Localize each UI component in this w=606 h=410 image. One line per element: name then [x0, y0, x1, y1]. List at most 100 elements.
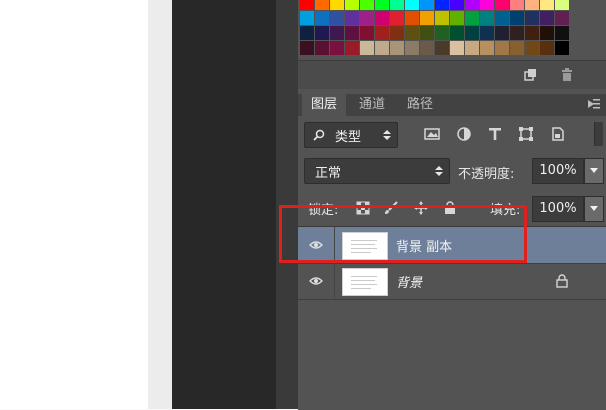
color-swatch[interactable] [495, 41, 509, 55]
color-swatch[interactable] [450, 41, 464, 55]
color-swatch[interactable] [375, 11, 389, 25]
color-swatch[interactable] [345, 41, 359, 55]
tab-layers[interactable]: 图层 [302, 94, 346, 116]
layer-name[interactable]: 背景 副本 [396, 236, 452, 255]
opacity-slider-button[interactable] [584, 158, 604, 184]
color-swatch[interactable] [495, 0, 509, 10]
color-swatch[interactable] [465, 26, 479, 40]
color-swatch[interactable] [510, 26, 524, 40]
color-swatch[interactable] [420, 11, 434, 25]
color-swatch[interactable] [405, 11, 419, 25]
color-swatch[interactable] [360, 41, 374, 55]
color-swatch[interactable] [525, 41, 539, 55]
panel-menu-icon[interactable] [588, 98, 600, 110]
color-swatch[interactable] [375, 0, 389, 10]
color-swatch[interactable] [435, 11, 449, 25]
layer-row[interactable]: 背景 [298, 263, 606, 300]
fill-input[interactable]: 100% [532, 196, 584, 222]
color-swatch[interactable] [405, 26, 419, 40]
color-swatch[interactable] [525, 26, 539, 40]
color-swatch[interactable] [555, 26, 569, 40]
color-swatch[interactable] [540, 0, 554, 10]
color-swatch[interactable] [390, 41, 404, 55]
color-swatch[interactable] [540, 26, 554, 40]
filter-toggle-switch[interactable] [594, 122, 603, 146]
pixel-layer-filter-icon[interactable] [424, 126, 440, 142]
color-swatch[interactable] [450, 26, 464, 40]
trash-icon[interactable] [560, 68, 574, 82]
color-swatch[interactable] [405, 0, 419, 10]
color-swatch[interactable] [345, 11, 359, 25]
color-swatch[interactable] [510, 41, 524, 55]
layer-filter-select[interactable]: 类型 [304, 122, 398, 148]
opacity-input[interactable]: 100% [532, 158, 584, 184]
color-swatch[interactable] [345, 0, 359, 10]
color-swatch[interactable] [480, 11, 494, 25]
color-swatch[interactable] [480, 0, 494, 10]
color-swatch[interactable] [435, 26, 449, 40]
color-swatch[interactable] [375, 26, 389, 40]
color-swatch[interactable] [330, 0, 344, 10]
color-swatch[interactable] [390, 11, 404, 25]
color-swatch[interactable] [555, 41, 569, 55]
visibility-toggle[interactable] [298, 227, 335, 263]
blend-mode-select[interactable]: 正常 [304, 158, 450, 184]
color-swatch[interactable] [540, 11, 554, 25]
color-swatch[interactable] [495, 11, 509, 25]
lock-icon[interactable] [556, 274, 568, 288]
color-swatch[interactable] [390, 26, 404, 40]
color-swatch[interactable] [480, 26, 494, 40]
color-swatch[interactable] [510, 0, 524, 10]
color-swatch[interactable] [495, 26, 509, 40]
adjustment-layer-filter-icon[interactable] [456, 126, 472, 142]
lock-all-icon[interactable] [443, 201, 457, 215]
type-layer-filter-icon[interactable] [487, 126, 503, 142]
color-swatch[interactable] [540, 41, 554, 55]
tab-paths[interactable]: 路径 [398, 94, 442, 116]
color-swatch[interactable] [465, 41, 479, 55]
tab-channels[interactable]: 通道 [350, 94, 394, 116]
color-swatch[interactable] [450, 0, 464, 10]
color-swatch[interactable] [420, 0, 434, 10]
color-swatch[interactable] [300, 41, 314, 55]
color-swatch[interactable] [510, 11, 524, 25]
smart-object-filter-icon[interactable] [550, 126, 566, 142]
color-swatch[interactable] [525, 11, 539, 25]
color-swatch[interactable] [480, 41, 494, 55]
color-swatch[interactable] [525, 0, 539, 10]
color-swatch[interactable] [300, 0, 314, 10]
visibility-toggle[interactable] [298, 263, 335, 299]
layer-row[interactable]: 背景 副本 [298, 227, 606, 264]
color-swatch[interactable] [555, 11, 569, 25]
move-icon[interactable] [414, 201, 428, 215]
color-swatch[interactable] [315, 41, 329, 55]
new-swatch-icon[interactable] [524, 69, 536, 81]
layer-name[interactable]: 背景 [396, 272, 422, 291]
color-swatch[interactable] [330, 41, 344, 55]
fill-slider-button[interactable] [584, 196, 604, 222]
color-swatch[interactable] [405, 41, 419, 55]
brush-icon[interactable] [384, 201, 398, 215]
color-swatch[interactable] [300, 26, 314, 40]
color-swatch[interactable] [360, 0, 374, 10]
color-swatch[interactable] [465, 11, 479, 25]
color-swatch[interactable] [435, 41, 449, 55]
color-swatch[interactable] [330, 26, 344, 40]
color-swatch[interactable] [360, 26, 374, 40]
color-swatch[interactable] [465, 0, 479, 10]
lock-transparent-pixels-icon[interactable] [356, 201, 370, 215]
color-swatch[interactable] [390, 0, 404, 10]
color-swatch[interactable] [300, 11, 314, 25]
color-swatch[interactable] [315, 26, 329, 40]
color-swatch[interactable] [375, 41, 389, 55]
color-swatch[interactable] [345, 26, 359, 40]
color-swatch[interactable] [420, 41, 434, 55]
color-swatch[interactable] [315, 0, 329, 10]
color-swatch[interactable] [450, 11, 464, 25]
color-swatch[interactable] [315, 11, 329, 25]
color-swatch[interactable] [360, 11, 374, 25]
color-swatch[interactable] [435, 0, 449, 10]
color-swatch[interactable] [330, 11, 344, 25]
color-swatch[interactable] [555, 0, 569, 10]
shape-layer-filter-icon[interactable] [518, 126, 534, 142]
